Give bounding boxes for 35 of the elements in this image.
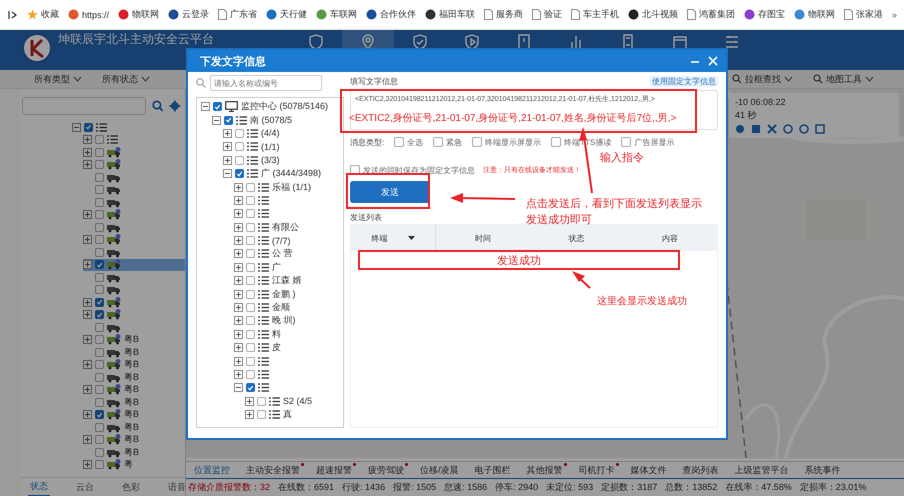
vehicle-label: 粤B xyxy=(124,433,140,446)
vehicle-label: 粤B xyxy=(124,370,140,384)
vehicle-label: 粤B xyxy=(124,333,140,346)
gps-time: -10 06:08:22 xyxy=(735,97,787,107)
status-count: 怠速: 1586 xyxy=(444,481,488,494)
dialog-title: 下发文字信息 xyxy=(200,54,267,68)
list-title: 发送列表 xyxy=(350,212,382,223)
vehicle-label: 粤B xyxy=(124,383,140,396)
annotation-text: 这里会显示发送成功 xyxy=(597,294,687,308)
status-count: 未定位: 593 xyxy=(546,481,594,494)
vehicle-label: 粤 xyxy=(124,458,133,472)
status-count: 在线率：47.58% xyxy=(725,481,792,494)
annotation-text: <EXTIC2,身份证号,21-01-07,身份证号,21-01-07,姓名,身份证号后7位,,男,> xyxy=(349,112,676,125)
status-count: 在线数：6591 xyxy=(278,481,334,494)
vehicle-label: 粤B xyxy=(124,358,140,372)
stop-duration: 41 秒 xyxy=(735,109,758,122)
status-count: 定损率：23.01% xyxy=(800,481,866,494)
vehicle-label: 粤B xyxy=(124,396,140,409)
app-title: 坤联辰宇北斗主动安全云平台 xyxy=(58,32,215,46)
annotation-text: 点击发送后，看到下面发送列表显示 xyxy=(526,196,702,211)
status-count: 定损数：3187 xyxy=(601,481,658,494)
status-count: 行驶: 1436 xyxy=(342,481,386,494)
annotation-text: 发送成功 xyxy=(497,254,541,268)
field-label: 填写文字信息 xyxy=(350,76,398,87)
field-label: 消息类型: xyxy=(350,136,384,148)
status-count: 停车: 2940 xyxy=(495,481,538,494)
annotation-text: 输入指令 xyxy=(600,151,644,165)
vehicle-label: 粤B xyxy=(124,408,140,422)
annotation-text: 发送成功即可 xyxy=(526,213,593,227)
vehicle-label: 粤B xyxy=(124,446,140,459)
status-count: 存储介质报警数：32 xyxy=(188,481,270,494)
vehicle-label: 粤B xyxy=(124,420,140,434)
status-count: 总数：13852 xyxy=(665,481,718,494)
vehicle-label: 粤B xyxy=(124,346,140,359)
status-count: 报警: 1505 xyxy=(393,481,436,494)
